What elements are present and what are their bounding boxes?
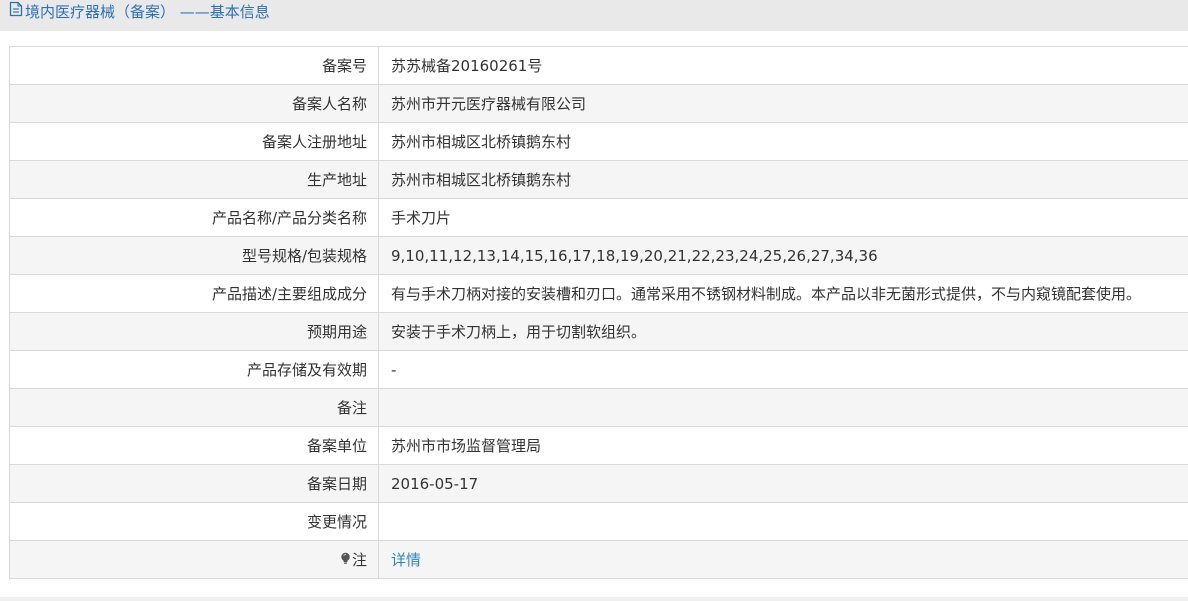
field-label: 备注 xyxy=(9,388,379,427)
field-label: 产品描述/主要组成成分 xyxy=(9,274,379,313)
field-label: 备案人名称 xyxy=(9,84,379,123)
field-value: 手术刀片 xyxy=(378,198,1188,237)
header-bar: 境内医疗器械（备案） ——基本信息 xyxy=(0,0,1188,31)
field-value: 苏州市相城区北桥镇鹅东村 xyxy=(378,122,1188,161)
table-row: 备案号 苏苏械备20160261号 xyxy=(9,46,1188,85)
field-label: 备案日期 xyxy=(9,464,379,503)
field-label: 备案号 xyxy=(9,46,379,85)
bottom-divider xyxy=(0,597,1188,601)
page-title: 境内医疗器械（备案） ——基本信息 xyxy=(9,0,270,24)
table-row: 备注 xyxy=(9,388,1188,427)
table-row: 备案单位 苏州市市场监督管理局 xyxy=(9,426,1188,465)
field-value: 安装于手术刀柄上，用于切割软组织。 xyxy=(378,312,1188,351)
note-label-cell: 注 xyxy=(9,540,379,579)
note-value-cell: 详情 xyxy=(378,540,1188,579)
table-row: 产品名称/产品分类名称 手术刀片 xyxy=(9,198,1188,237)
table-row-note: 注 详情 xyxy=(9,540,1188,579)
document-icon xyxy=(9,0,25,24)
field-label: 备案单位 xyxy=(9,426,379,465)
field-value: 苏州市市场监督管理局 xyxy=(378,426,1188,465)
table-row: 生产地址 苏州市相城区北桥镇鹅东村 xyxy=(9,160,1188,199)
detail-panel: 备案号 苏苏械备20160261号 备案人名称 苏州市开元医疗器械有限公司 备案… xyxy=(0,31,1188,597)
page-title-text: 境内医疗器械（备案） ——基本信息 xyxy=(25,3,270,21)
field-label: 变更情况 xyxy=(9,502,379,541)
table-row: 备案人名称 苏州市开元医疗器械有限公司 xyxy=(9,84,1188,123)
field-label: 生产地址 xyxy=(9,160,379,199)
field-value: 9,10,11,12,13,14,15,16,17,18,19,20,21,22… xyxy=(378,236,1188,275)
field-value: 有与手术刀柄对接的安装槽和刃口。通常采用不锈钢材料制成。本产品以非无菌形式提供，… xyxy=(378,274,1188,313)
field-value: 2016-05-17 xyxy=(378,464,1188,503)
table-row: 预期用途 安装于手术刀柄上，用于切割软组织。 xyxy=(9,312,1188,351)
field-label: 预期用途 xyxy=(9,312,379,351)
table-row: 产品存储及有效期 - xyxy=(9,350,1188,389)
field-value xyxy=(378,388,1188,427)
basic-info-table: 备案号 苏苏械备20160261号 备案人名称 苏州市开元医疗器械有限公司 备案… xyxy=(9,46,1188,579)
table-row: 变更情况 xyxy=(9,502,1188,541)
field-value: 苏州市开元医疗器械有限公司 xyxy=(378,84,1188,123)
field-value xyxy=(378,502,1188,541)
details-link[interactable]: 详情 xyxy=(391,551,421,569)
table-row: 备案人注册地址 苏州市相城区北桥镇鹅东村 xyxy=(9,122,1188,161)
table-row: 产品描述/主要组成成分 有与手术刀柄对接的安装槽和刃口。通常采用不锈钢材料制成。… xyxy=(9,274,1188,313)
table-row: 备案日期 2016-05-17 xyxy=(9,464,1188,503)
table-row: 型号规格/包装规格 9,10,11,12,13,14,15,16,17,18,1… xyxy=(9,236,1188,275)
field-value: - xyxy=(378,350,1188,389)
field-label: 型号规格/包装规格 xyxy=(9,236,379,275)
note-label: 注 xyxy=(351,551,367,569)
field-label: 备案人注册地址 xyxy=(9,122,379,161)
field-label: 产品名称/产品分类名称 xyxy=(9,198,379,237)
field-label: 产品存储及有效期 xyxy=(9,350,379,389)
field-value: 苏苏械备20160261号 xyxy=(378,46,1188,85)
lightbulb-icon xyxy=(340,551,352,569)
field-value: 苏州市相城区北桥镇鹅东村 xyxy=(378,160,1188,199)
